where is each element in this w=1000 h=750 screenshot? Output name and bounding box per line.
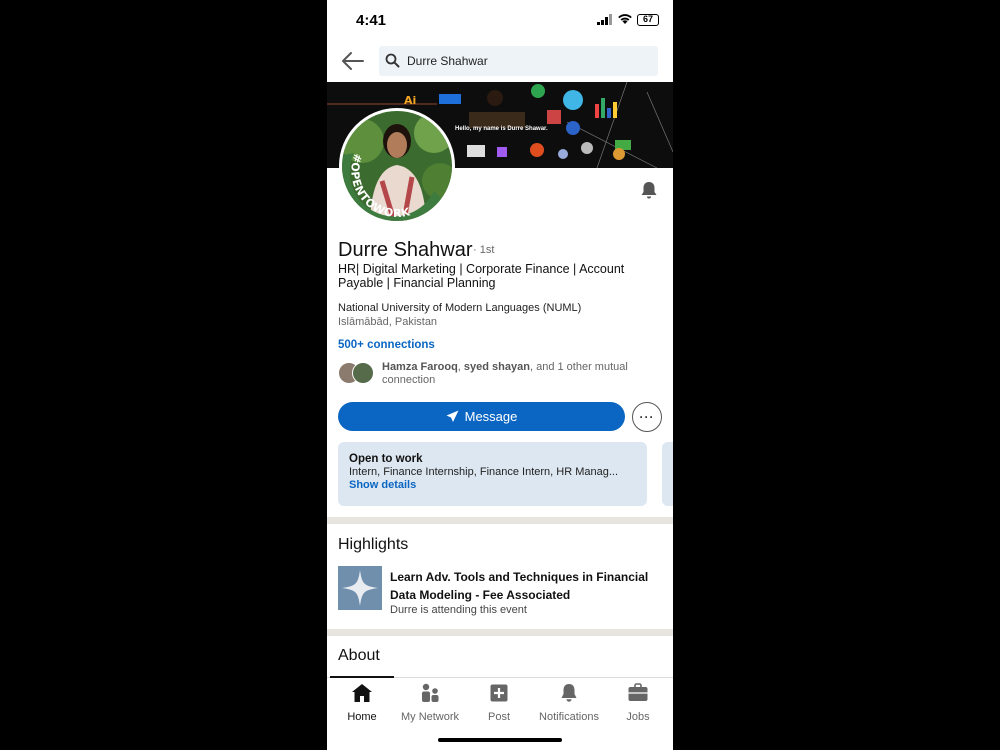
signal-icon <box>597 14 612 25</box>
search-input[interactable] <box>407 46 647 76</box>
profile-headline: HR| Digital Marketing | Corporate Financ… <box>338 262 625 290</box>
nav-my-network-label: My Network <box>400 711 460 723</box>
nav-home-label: Home <box>347 711 377 723</box>
avatar <box>352 362 374 384</box>
message-label: Message <box>464 409 518 424</box>
highlight-event-subtitle: Durre is attending this event <box>390 604 527 616</box>
event-thumbnail[interactable] <box>338 566 382 610</box>
profile-photo[interactable]: #OPENTOWORK <box>339 108 455 224</box>
more-options-button[interactable]: ··· <box>632 402 662 432</box>
active-tab-indicator <box>330 676 394 678</box>
network-icon <box>422 683 439 702</box>
mutual-name-2: syed shayan <box>463 361 530 373</box>
back-arrow-icon[interactable] <box>341 50 365 72</box>
nav-jobs-label: Jobs <box>626 711 650 723</box>
nav-post[interactable]: Post <box>464 683 534 723</box>
profile-name: Durre Shahwar <box>338 239 473 261</box>
mutual-name-1: Hamza Farooq <box>382 361 458 373</box>
section-divider <box>327 629 673 636</box>
nav-my-network[interactable]: My Network <box>395 683 465 723</box>
highlights-title: Highlights <box>338 536 409 553</box>
send-icon <box>446 410 459 422</box>
nav-jobs[interactable]: Jobs <box>603 683 673 723</box>
nav-home[interactable]: Home <box>327 683 397 723</box>
wifi-icon <box>618 14 632 24</box>
avatar: #OPENTOWORK <box>342 111 452 221</box>
about-title: About <box>338 647 380 664</box>
status-bar: 4:41 67 <box>327 0 673 42</box>
search-header <box>327 42 673 82</box>
post-icon <box>490 684 508 702</box>
nav-post-label: Post <box>487 711 510 723</box>
battery-indicator: 67 <box>637 14 659 26</box>
profile-education[interactable]: National University of Modern Languages … <box>338 302 581 314</box>
mutual-connections[interactable]: Hamza Farooq, syed shayan, and 1 other m… <box>382 361 652 387</box>
home-indicator[interactable] <box>438 738 562 742</box>
open-to-work-title: Open to work <box>349 453 423 465</box>
briefcase-icon <box>628 683 648 701</box>
nav-notifications-label: Notifications <box>539 711 599 723</box>
notify-bell-icon[interactable] <box>639 180 659 200</box>
section-divider <box>327 517 673 524</box>
svg-text:Ai: Ai <box>404 94 416 107</box>
nav-notifications[interactable]: Notifications <box>534 683 604 723</box>
more-icon: ··· <box>639 410 655 424</box>
home-icon <box>352 684 372 702</box>
bell-icon <box>561 684 577 702</box>
banner-caption: Hello, my name is Durre Shawar. <box>455 126 548 132</box>
connections-link[interactable]: 500+ connections <box>338 339 435 351</box>
open-to-work-card[interactable]: Open to work Intern, Finance Internship,… <box>338 442 647 506</box>
next-card-peek[interactable] <box>662 442 673 506</box>
connection-degree: · 1st <box>473 244 495 256</box>
status-time: 4:41 <box>356 12 387 29</box>
phone-screen: 4:41 67 Ai <box>327 0 673 750</box>
mutual-avatars[interactable] <box>338 362 378 386</box>
search-icon <box>385 53 400 68</box>
message-button[interactable]: Message <box>338 402 625 431</box>
open-to-work-roles: Intern, Finance Internship, Finance Inte… <box>349 466 619 478</box>
profile-location: Islāmābād, Pakistan <box>338 316 438 328</box>
search-bar[interactable] <box>379 46 658 76</box>
show-details-link[interactable]: Show details <box>349 479 636 491</box>
highlight-event-title[interactable]: Learn Adv. Tools and Techniques in Finan… <box>390 568 665 604</box>
